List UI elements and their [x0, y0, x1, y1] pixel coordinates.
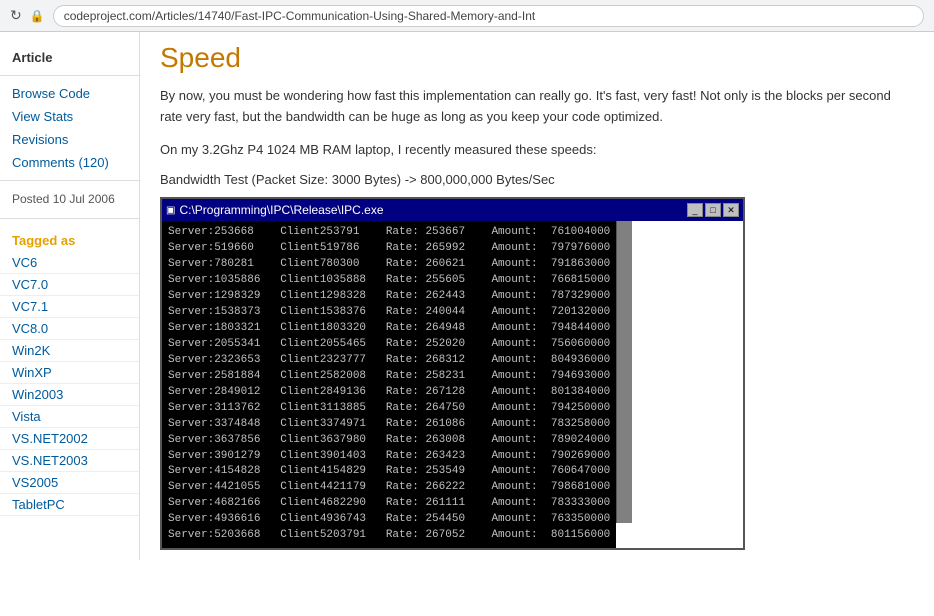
section-heading: Speed	[160, 42, 914, 74]
page-layout: Article Browse Code View Stats Revisions…	[0, 32, 934, 560]
console-title: C:\Programming\IPC\Release\IPC.exe	[179, 203, 383, 217]
main-content: Speed By now, you must be wondering how …	[140, 32, 934, 560]
refresh-icon[interactable]: ↻	[10, 7, 22, 24]
tag-win2003[interactable]: Win2003	[0, 384, 139, 406]
tag-tabletpc[interactable]: TabletPC	[0, 494, 139, 516]
sidebar-link-revisions[interactable]: Revisions	[0, 128, 139, 151]
body-paragraph-2: On my 3.2Ghz P4 1024 MB RAM laptop, I re…	[160, 140, 914, 161]
bandwidth-label: Bandwidth Test (Packet Size: 3000 Bytes)…	[160, 172, 914, 187]
tag-vista[interactable]: Vista	[0, 406, 139, 428]
lock-icon: 🔒	[30, 9, 45, 23]
tagged-as-title: Tagged as	[0, 225, 139, 252]
titlebar-left: ▣ C:\Programming\IPC\Release\IPC.exe	[166, 203, 384, 217]
sidebar-link-comments[interactable]: Comments (120)	[0, 151, 139, 174]
tag-winxp[interactable]: WinXP	[0, 362, 139, 384]
console-body: Server:253668 Client253791 Rate: 253667 …	[162, 221, 616, 548]
tag-vs2005[interactable]: VS2005	[0, 472, 139, 494]
tag-win2k[interactable]: Win2K	[0, 340, 139, 362]
console-icon: ▣	[166, 205, 175, 216]
url-input[interactable]	[53, 5, 924, 27]
body-paragraph-1: By now, you must be wondering how fast t…	[160, 86, 914, 128]
console-outer: Server:253668 Client253791 Rate: 253667 …	[162, 221, 743, 548]
sidebar: Article Browse Code View Stats Revisions…	[0, 32, 140, 560]
tag-vc80[interactable]: VC8.0	[0, 318, 139, 340]
browser-bar: ↻ 🔒	[0, 0, 934, 32]
console-titlebar: ▣ C:\Programming\IPC\Release\IPC.exe _ □…	[162, 199, 743, 221]
tag-vc71[interactable]: VC7.1	[0, 296, 139, 318]
console-window: ▣ C:\Programming\IPC\Release\IPC.exe _ □…	[160, 197, 745, 550]
tag-vc70[interactable]: VC7.0	[0, 274, 139, 296]
posted-date: Posted 10 Jul 2006	[0, 187, 139, 212]
sidebar-link-view-stats[interactable]: View Stats	[0, 105, 139, 128]
tag-vc6[interactable]: VC6	[0, 252, 139, 274]
close-button[interactable]: ✕	[723, 203, 739, 217]
sidebar-link-browse-code[interactable]: Browse Code	[0, 82, 139, 105]
titlebar-buttons: _ □ ✕	[687, 203, 739, 217]
minimize-button[interactable]: _	[687, 203, 703, 217]
sidebar-article-title: Article	[0, 42, 139, 69]
restore-button[interactable]: □	[705, 203, 721, 217]
tag-vsnet2002[interactable]: VS.NET2002	[0, 428, 139, 450]
tag-vsnet2003[interactable]: VS.NET2003	[0, 450, 139, 472]
scrollbar[interactable]	[616, 221, 632, 523]
